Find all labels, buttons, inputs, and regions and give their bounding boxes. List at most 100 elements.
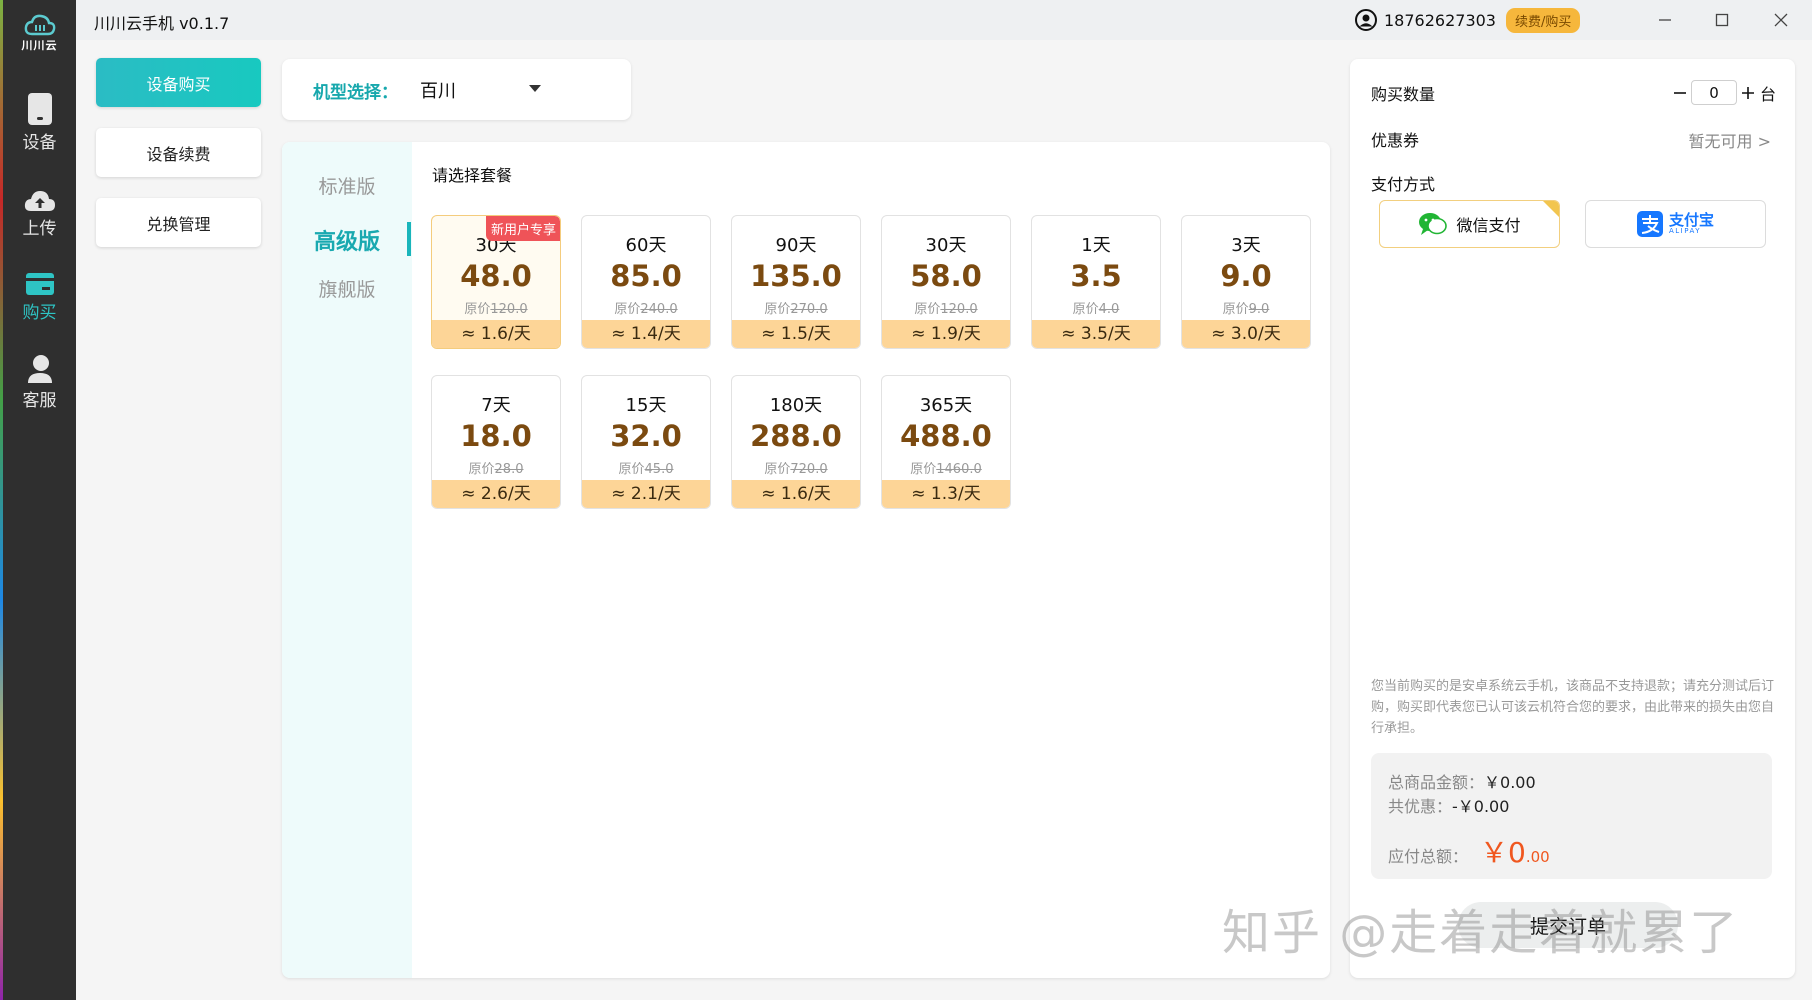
plan-original-price: 原价9.0: [1222, 302, 1270, 317]
plan-original-price: 原价28.0: [468, 462, 524, 477]
rail-item-buy[interactable]: 购买: [3, 272, 76, 323]
plan-duration: 90天: [775, 235, 817, 256]
service-icon: [27, 355, 52, 383]
plan-duration: 7天: [481, 395, 511, 416]
quantity-input[interactable]: [1691, 80, 1737, 105]
cloud-upload-icon: [24, 191, 55, 211]
total-label: 总商品金额：: [1388, 773, 1485, 792]
plan-card[interactable]: 3天 9.0 原价9.0 ≈ 3.0/天: [1181, 215, 1311, 349]
watermark: 知乎 @走着走着就累了: [1222, 905, 1740, 961]
minimize-button[interactable]: [1642, 6, 1688, 34]
plus-icon: [1742, 86, 1754, 99]
user-avatar-icon[interactable]: [1355, 9, 1377, 31]
plan-card[interactable]: 1天 3.5 原价4.0 ≈ 3.5/天: [1031, 215, 1161, 349]
decrease-button[interactable]: [1669, 80, 1691, 105]
plan-daily-price: ≈ 3.0/天: [1182, 320, 1310, 348]
phone-icon: [27, 93, 52, 125]
plan-price: 32.0: [610, 419, 682, 453]
renew-buy-badge[interactable]: 续费/购买: [1505, 7, 1581, 33]
plans-heading: 请选择套餐: [432, 166, 513, 185]
plan-duration: 1天: [1081, 235, 1111, 256]
app-window: 川川云 设备 上传 购买 客服 川川云手机 v0.1.7 18762627303…: [0, 0, 1812, 1000]
plan-original-price: 原价120.0: [914, 302, 978, 317]
pay-total-line: 应付总额： ￥ 0 .00: [1388, 831, 1550, 871]
plan-original-price: 原价45.0: [618, 462, 674, 477]
discount-value: -￥0.00: [1452, 797, 1510, 816]
plan-card[interactable]: 60天 85.0 原价240.0 ≈ 1.4/天: [581, 215, 711, 349]
model-label: 机型选择：: [313, 83, 398, 103]
discount-line: 共优惠：-￥0.00: [1388, 793, 1509, 817]
plan-duration: 60天: [625, 235, 667, 256]
pay-total-decimal: .00: [1525, 848, 1550, 866]
side-rail: 川川云 设备 上传 购买 客服: [3, 0, 76, 1000]
coupon-select[interactable]: 暂无可用 >: [1689, 128, 1772, 152]
plan-price: 85.0: [610, 259, 682, 293]
maximize-icon: [1715, 13, 1729, 27]
plan-daily-price: ≈ 2.6/天: [432, 480, 560, 508]
plan-card[interactable]: 90天 135.0 原价270.0 ≈ 1.5/天: [731, 215, 861, 349]
purchase-notice: 您当前购买的是安卓系统云手机，该商品不支持退款；请充分测试后订购，购买即代表您已…: [1371, 679, 1775, 736]
rail-label: 设备: [22, 133, 57, 153]
maximize-button[interactable]: [1699, 6, 1745, 34]
tab-flagship[interactable]: 旗舰版: [282, 275, 412, 302]
plan-card[interactable]: 180天 288.0 原价720.0 ≈ 1.6/天: [731, 375, 861, 509]
plan-card[interactable]: 30天 58.0 原价120.0 ≈ 1.9/天: [881, 215, 1011, 349]
cloud-logo-icon: [24, 14, 55, 36]
new-user-tag: 新用户专享: [485, 216, 560, 241]
nav-device-purchase[interactable]: 设备购买: [96, 58, 261, 107]
app-logo: 川川云: [3, 14, 76, 53]
increase-button[interactable]: [1737, 80, 1759, 105]
pay-total-currency: ￥: [1480, 836, 1509, 869]
quantity-label: 购买数量: [1371, 85, 1436, 104]
caret-down-icon[interactable]: [529, 85, 541, 92]
selected-corner-mark: [1543, 201, 1559, 217]
user-area: 18762627303 续费/购买: [1355, 7, 1581, 33]
card-icon: [25, 273, 54, 295]
pay-total-label: 应付总额：: [1388, 847, 1469, 866]
plan-original-price: 原价120.0: [464, 302, 528, 317]
plan-price: 48.0: [460, 259, 532, 293]
plan-card[interactable]: 365天 488.0 原价1460.0 ≈ 1.3/天: [881, 375, 1011, 509]
minimize-icon: [1659, 19, 1671, 21]
wechat-pay-label: 微信支付: [1456, 216, 1521, 235]
plan-price: 135.0: [750, 259, 842, 293]
close-button[interactable]: [1758, 6, 1804, 34]
plan-price: 18.0: [460, 419, 532, 453]
title-bar: 川川云手机 v0.1.7 18762627303 续费/购买: [76, 0, 1812, 40]
plan-price: 3.5: [1070, 259, 1122, 293]
pay-total-integer: 0: [1508, 836, 1526, 869]
plan-daily-price: ≈ 2.1/天: [582, 480, 710, 508]
plan-card[interactable]: 15天 32.0 原价45.0 ≈ 2.1/天: [581, 375, 711, 509]
wechat-pay-option[interactable]: 微信支付: [1379, 200, 1560, 248]
rail-item-service[interactable]: 客服: [3, 354, 76, 411]
alipay-icon: [1636, 211, 1663, 237]
quantity-unit: 台: [1760, 84, 1777, 104]
tab-standard[interactable]: 标准版: [282, 172, 412, 199]
plan-original-price: 原价720.0: [764, 462, 828, 477]
plan-daily-price: ≈ 1.4/天: [582, 320, 710, 348]
alipay-label: 支付宝: [1668, 211, 1714, 229]
order-panel: 购买数量 台 优惠券 暂无可用 > 支付方式 微信支付 支付宝 ALIPAY: [1350, 59, 1795, 978]
plan-original-price: 原价270.0: [764, 302, 828, 317]
sub-nav: 设备购买 设备续费 兑换管理: [96, 58, 261, 268]
rail-label: 上传: [22, 219, 57, 239]
plan-original-price: 原价1460.0: [910, 462, 982, 477]
rail-item-upload[interactable]: 上传: [3, 190, 76, 239]
plan-card[interactable]: 7天 18.0 原价28.0 ≈ 2.6/天: [431, 375, 561, 509]
plan-price: 488.0: [900, 419, 992, 453]
plan-duration: 3天: [1231, 235, 1261, 256]
plan-duration: 30天: [925, 235, 967, 256]
nav-device-renewal[interactable]: 设备续费: [96, 128, 261, 177]
rail-label: 购买: [22, 303, 57, 323]
nav-redeem-management[interactable]: 兑换管理: [96, 198, 261, 247]
rail-item-device[interactable]: 设备: [3, 92, 76, 153]
active-tab-indicator: [407, 222, 411, 256]
tab-advanced[interactable]: 高级版: [282, 224, 412, 256]
plan-daily-price: ≈ 1.9/天: [882, 320, 1010, 348]
alipay-option[interactable]: 支付宝 ALIPAY: [1585, 200, 1766, 248]
model-select[interactable]: 百川: [420, 77, 456, 103]
plan-daily-price: ≈ 1.6/天: [732, 480, 860, 508]
plan-card[interactable]: 30天 48.0 原价120.0 ≈ 1.6/天 新用户专享: [431, 215, 561, 349]
plan-duration: 15天: [625, 395, 667, 416]
plans-panel: 标准版 高级版 旗舰版 请选择套餐 30天 48.0 原价120.0 ≈ 1.6…: [282, 142, 1330, 978]
